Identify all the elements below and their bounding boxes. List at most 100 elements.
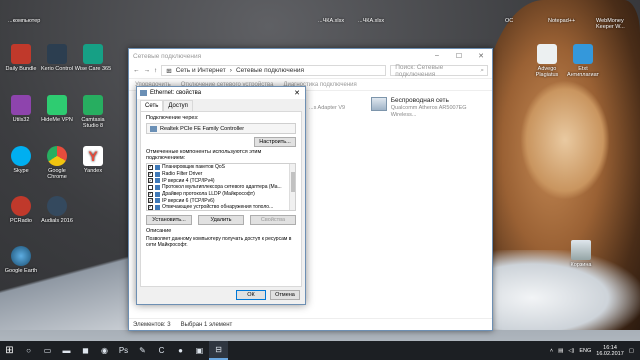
desktop-label[interactable]: ...ЧКА.xlsx [358,18,384,24]
forward-icon[interactable]: → [144,67,151,74]
app-icon [11,44,31,64]
search-input[interactable]: Поиск: Сетевые подключения ⌕ [390,64,488,78]
checkbox[interactable]: ✓ [148,205,153,210]
desktop-icon[interactable]: Skype [2,146,40,174]
list-item[interactable]: Беспроводная сеть Qualcomm Atheros AR500… [371,97,492,120]
search-icon[interactable]: ○ [19,341,38,360]
ok-button[interactable]: ОК [236,290,266,300]
list-item[interactable]: ✓ Radio Filter Driver [147,171,295,178]
properties-button[interactable]: Свойства [250,215,296,225]
desktop-icon[interactable]: Google Chrome [38,146,76,180]
checkbox[interactable]: ✓ [148,191,153,197]
breadcrumb[interactable]: ⊞ Сеть и Интернет › Сетевые подключения [161,65,387,76]
desktop-icon[interactable]: Kerio Control [38,44,76,72]
desktop-icon[interactable]: Wise Care 365 [74,44,112,72]
chrome-icon[interactable]: ◉ [95,341,114,360]
desktop-icon[interactable]: Корзина [562,240,600,268]
breadcrumb-item[interactable]: Сетевые подключения [236,67,304,74]
tab-sharing[interactable]: Доступ [163,100,193,111]
checkbox[interactable]: ✓ [148,165,153,170]
chevron-up-icon[interactable]: ˄ [550,348,553,354]
tab-network[interactable]: Сеть [140,100,164,111]
tab-bar: Сеть Доступ [137,100,305,111]
recorder-icon[interactable]: ● [171,341,190,360]
breadcrumb-item[interactable]: Сеть и Интернет [176,67,226,74]
camtasia-icon[interactable]: C [152,341,171,360]
install-button[interactable]: Установить... [146,215,192,225]
desktop-icon[interactable]: Etxt Антиплагиат [564,44,602,78]
recycle-bin-icon [571,240,591,260]
etxt-icon [573,44,593,64]
checkbox[interactable] [148,184,153,190]
vpn-icon [47,95,67,115]
checkbox[interactable]: ✓ [148,171,153,177]
cancel-button[interactable]: Отмена [270,290,300,300]
back-icon[interactable]: ← [133,67,140,74]
wallpaper-cougar-face [520,80,610,200]
wireless-network-icon [371,97,387,111]
close-icon[interactable]: ✕ [470,52,492,60]
skype-icon [11,146,31,166]
windows-start-icon[interactable]: ⊞ [0,341,19,360]
task-view-icon[interactable]: ▭ [38,341,57,360]
app-icon [11,95,31,115]
desktop-icon[interactable]: HideMe VPN [38,95,76,123]
volume-icon[interactable]: ◁) [568,348,574,354]
network-connections-taskbar-icon[interactable]: ⊟ [209,341,228,360]
desktop-icon[interactable]: Camtasia Studio 8 [74,95,112,129]
selected-count: Выбран 1 элемент [180,321,233,328]
component-icon [155,178,160,184]
list-item[interactable]: ✓ Отвечающее устройство обнаружения топол… [147,204,295,210]
scrollbar-thumb[interactable] [291,172,295,192]
desktop-icon[interactable]: Y Yandex [74,146,112,174]
configure-button[interactable]: Настроить... [254,137,296,147]
notifications-icon[interactable]: ▢ [629,348,634,354]
desktop-label[interactable]: ...компьютер [8,18,40,24]
notepad-icon[interactable]: ✎ [133,341,152,360]
desktop-label[interactable]: ОС [505,18,513,24]
desktop-icon[interactable]: Google Earth [2,246,40,274]
checkbox[interactable]: ✓ [148,198,153,204]
adapter-icon [150,125,157,132]
clock-date: 16.02.2017 [596,350,624,357]
app-icon[interactable]: ▣ [190,341,209,360]
close-icon[interactable]: ✕ [289,89,305,97]
remove-button[interactable]: Удалить [198,215,244,225]
app-icon [47,44,67,64]
camtasia-icon [83,95,103,115]
desktop-icon[interactable]: Utils32 [2,95,40,123]
desktop-label[interactable]: WebMoney Keeper W... [596,18,636,30]
desktop-icon[interactable]: Advego Plagiatus [528,44,566,78]
list-item[interactable]: ✓ IP версии 4 (TCP/IPv4) [147,177,295,184]
explorer-titlebar: Сетевые подключения – ☐ ✕ [129,49,492,63]
language-indicator[interactable]: ENG [579,348,591,354]
list-item[interactable]: ...s Adapter V9 [309,105,345,113]
scrollbar[interactable] [289,164,295,210]
desktop-label[interactable]: Notepad++ [548,18,575,24]
list-item[interactable]: Протокол мультиплексора сетевого адаптер… [147,184,295,191]
desktop-icon[interactable]: Audials 2016 [38,196,76,224]
store-icon[interactable]: ◼ [76,341,95,360]
dialog-titlebar: Ethernet: свойства ✕ [137,87,305,99]
connect-via-label: Подключение через: [146,115,199,121]
maximize-icon[interactable]: ☐ [448,52,470,60]
connection-adapter: Qualcomm Atheros AR5007EG Wireless... [390,104,467,119]
network-icon: ⊞ [166,67,172,75]
checkbox[interactable]: ✓ [148,178,153,184]
desktop-icon[interactable]: PCRadio [2,196,40,224]
desktop-label[interactable]: ...ЧКА.xlsx [318,18,344,24]
chrome-icon [47,146,67,166]
connection-name: Беспроводная сеть [390,97,449,104]
explorer-icon[interactable]: ▬ [57,341,76,360]
list-item[interactable]: ✓ Планировщик пакетов QoS [147,164,295,171]
globe-icon [11,246,31,266]
network-icon[interactable]: ▤ [558,348,563,354]
address-bar: ← → ↑ ⊞ Сеть и Интернет › Сетевые подклю… [129,63,492,79]
list-item[interactable]: ✓ Драйвер протокола LLDP (Майкрософт) [147,191,295,198]
minimize-icon[interactable]: – [426,52,448,60]
clock[interactable]: 16:14 16.02.2017 [596,345,624,357]
desktop-icon[interactable]: Daily Bundle [2,44,40,72]
photoshop-icon[interactable]: Ps [114,341,133,360]
properties-dialog: Ethernet: свойства ✕ Сеть Доступ Подключ… [136,86,306,305]
up-icon[interactable]: ↑ [154,67,157,74]
